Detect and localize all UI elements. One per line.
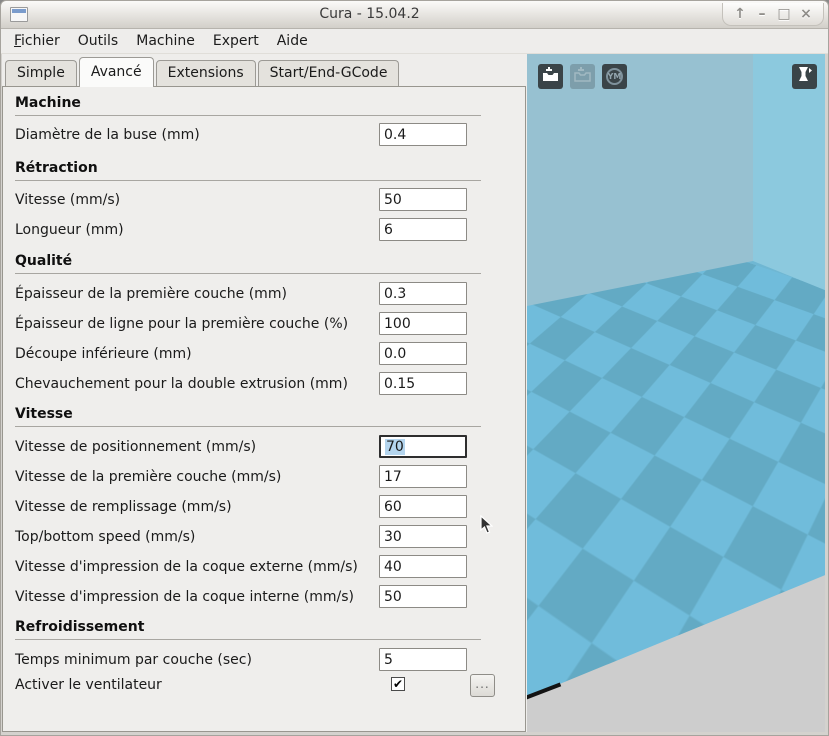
section-title-qualite: Qualité	[15, 253, 73, 269]
infill-speed-input[interactable]	[379, 495, 467, 518]
label-inner-shell-speed: Vitesse d'impression de la coque interne…	[15, 589, 354, 605]
section-title-machine: Machine	[15, 95, 81, 111]
label-infill-speed: Vitesse de remplissage (mm/s)	[15, 499, 232, 515]
cut-off-bottom-input[interactable]	[379, 342, 467, 365]
label-outer-shell-speed: Vitesse d'impression de la coque externe…	[15, 559, 358, 575]
initial-layer-thickness-input[interactable]	[379, 282, 467, 305]
youmagine-icon: YM	[606, 68, 623, 85]
print-toolpath-button	[570, 64, 595, 89]
settings-side: Simple Avancé Extensions Start/End-GCode…	[2, 54, 527, 732]
window-title: Cura - 15.04.2	[319, 6, 420, 22]
main-content: Simple Avancé Extensions Start/End-GCode…	[2, 54, 825, 732]
window-controls: ↑ – □ ×	[722, 3, 824, 26]
label-travel-speed: Vitesse de positionnement (mm/s)	[15, 439, 257, 455]
settings-panel: Machine Diamètre de la buse (mm) Rétract…	[2, 86, 526, 732]
inner-shell-speed-input[interactable]	[379, 585, 467, 608]
tab-simple[interactable]: Simple	[5, 60, 77, 86]
label-initial-layer-thickness: Épaisseur de la première couche (mm)	[15, 286, 287, 302]
tab-start-end-gcode[interactable]: Start/End-GCode	[257, 60, 400, 86]
label-minimal-layer-time: Temps minimum par couche (sec)	[15, 652, 252, 668]
menu-outils[interactable]: Outils	[69, 31, 127, 51]
load-model-button[interactable]	[538, 64, 563, 89]
section-divider	[15, 180, 481, 181]
menu-fichier-accel: F	[14, 33, 22, 49]
tab-avance[interactable]: Avancé	[78, 57, 154, 87]
topbottom-speed-input[interactable]	[379, 525, 467, 548]
load-model-icon	[541, 65, 560, 88]
viewport-3d[interactable]: YM	[527, 54, 825, 732]
close-button[interactable]: ×	[795, 6, 817, 22]
selected-text: 70	[385, 438, 405, 455]
label-cut-off-bottom: Découpe inférieure (mm)	[15, 346, 192, 362]
maximize-button[interactable]: □	[773, 6, 795, 22]
label-retraction-speed: Vitesse (mm/s)	[15, 192, 121, 208]
label-dual-extrusion-overlap: Chevauchement pour la double extrusion (…	[15, 376, 348, 392]
minimize-button[interactable]: –	[751, 6, 773, 22]
outer-shell-speed-input[interactable]	[379, 555, 467, 578]
mouse-cursor	[480, 514, 494, 539]
menu-bar: Fichier Outils Machine Expert Aide	[1, 29, 828, 54]
title-bar[interactable]: Cura - 15.04.2 ↑ – □ ×	[1, 1, 828, 29]
fan-settings-more-button[interactable]: ...	[470, 674, 495, 697]
section-title-vitesse: Vitesse	[15, 406, 73, 422]
retraction-length-input[interactable]	[379, 218, 467, 241]
label-bottom-layer-speed: Vitesse de la première couche (mm/s)	[15, 469, 282, 485]
menu-aide[interactable]: Aide	[268, 31, 317, 51]
section-divider	[15, 273, 481, 274]
label-retraction-length: Longueur (mm)	[15, 222, 124, 238]
dual-extrusion-overlap-input[interactable]	[379, 372, 467, 395]
menu-machine[interactable]: Machine	[127, 31, 204, 51]
view-mode-button[interactable]	[792, 64, 817, 89]
tab-strip: Simple Avancé Extensions Start/End-GCode	[2, 54, 527, 87]
tab-extensions[interactable]: Extensions	[155, 60, 256, 86]
view-mode-icon	[795, 65, 814, 88]
share-youmagine-button[interactable]: YM	[602, 64, 627, 89]
menu-fichier-rest: ichier	[21, 33, 60, 49]
nozzle-diameter-input[interactable]	[379, 123, 467, 146]
label-nozzle-diameter: Diamètre de la buse (mm)	[15, 127, 200, 143]
section-divider	[15, 115, 481, 116]
cura-window: Cura - 15.04.2 ↑ – □ × Fichier Outils Ma…	[0, 0, 829, 736]
minimal-layer-time-input[interactable]	[379, 648, 467, 671]
label-initial-layer-line-width: Épaisseur de ligne pour la première couc…	[15, 316, 349, 332]
section-divider	[15, 426, 481, 427]
travel-speed-input[interactable]: 70	[379, 435, 467, 458]
shade-button[interactable]: ↑	[729, 6, 751, 22]
initial-layer-line-width-input[interactable]	[379, 312, 467, 335]
menu-expert[interactable]: Expert	[204, 31, 268, 51]
section-title-retraction: Rétraction	[15, 160, 98, 176]
label-topbottom-speed: Top/bottom speed (mm/s)	[15, 529, 196, 545]
menu-fichier[interactable]: Fichier	[5, 31, 69, 51]
bottom-layer-speed-input[interactable]	[379, 465, 467, 488]
retraction-speed-input[interactable]	[379, 188, 467, 211]
print-toolpath-icon	[573, 65, 592, 88]
section-title-refroidissement: Refroidissement	[15, 619, 145, 635]
enable-fan-checkbox[interactable]: ✔	[391, 677, 405, 691]
label-enable-fan: Activer le ventilateur	[15, 677, 162, 693]
section-divider	[15, 639, 481, 640]
